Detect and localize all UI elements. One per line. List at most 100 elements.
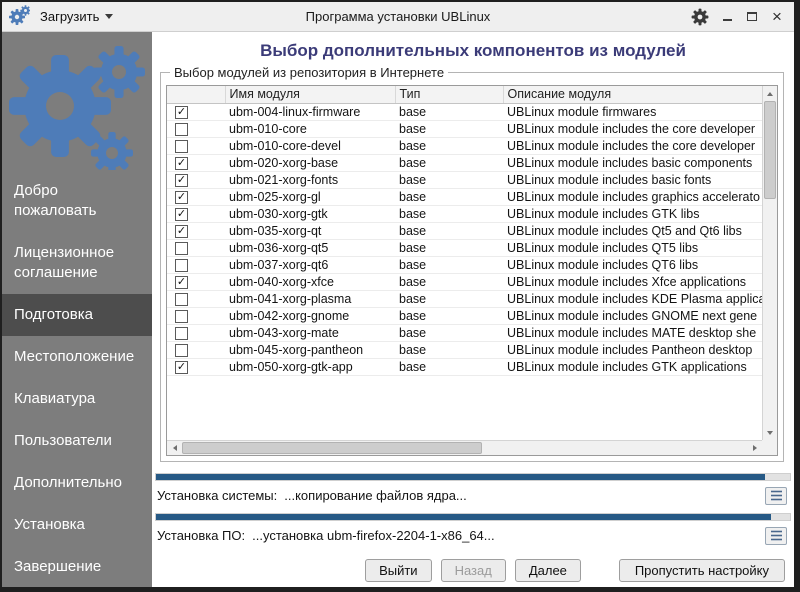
- page-title: Выбор дополнительных компонентов из моду…: [152, 41, 794, 61]
- scroll-right-button[interactable]: [747, 441, 762, 455]
- module-checkbox[interactable]: [175, 310, 188, 323]
- sidebar-item[interactable]: Дополнительно: [2, 462, 152, 504]
- sidebar: Добро пожаловатьЛицензионное соглашениеП…: [2, 32, 152, 587]
- vertical-scrollbar-thumb[interactable]: [764, 101, 776, 199]
- header-module-type: Тип: [395, 86, 503, 103]
- module-row[interactable]: ✓ubm-004-linux-firmwarebaseUBLinux modul…: [167, 103, 762, 120]
- module-row[interactable]: ✓ubm-035-xorg-qtbaseUBLinux module inclu…: [167, 222, 762, 239]
- module-checkbox[interactable]: ✓: [175, 174, 188, 187]
- module-checkbox[interactable]: ✓: [175, 208, 188, 221]
- module-row[interactable]: ✓ubm-021-xorg-fontsbaseUBLinux module in…: [167, 171, 762, 188]
- module-checkbox[interactable]: [175, 140, 188, 153]
- module-checkbox[interactable]: ✓: [175, 361, 188, 374]
- scroll-left-button[interactable]: [167, 441, 182, 455]
- module-checkbox[interactable]: [175, 327, 188, 340]
- exit-button[interactable]: Выйти: [365, 559, 432, 582]
- module-name: ubm-043-xorg-mate: [225, 324, 395, 341]
- module-description: UBLinux module includes QT6 libs: [503, 256, 762, 273]
- button-row: Выйти Назад Далее Пропустить настройку: [152, 559, 794, 587]
- scroll-down-button[interactable]: [763, 425, 777, 440]
- arrow-up-icon: [767, 92, 773, 96]
- scrollbar-corner: [762, 440, 777, 455]
- sidebar-item-active[interactable]: Подготовка: [2, 294, 152, 336]
- system-progress-label: Установка системы:: [157, 488, 277, 503]
- module-row[interactable]: ubm-010-corebaseUBLinux module includes …: [167, 120, 762, 137]
- module-name: ubm-037-xorg-qt6: [225, 256, 395, 273]
- load-button-label: Загрузить: [40, 9, 99, 24]
- groupbox-label: Выбор модулей из репозитория в Интернете: [170, 65, 448, 80]
- sidebar-item[interactable]: Лицензионное соглашение: [2, 232, 152, 294]
- modules-groupbox: Выбор модулей из репозитория в Интернете…: [160, 72, 784, 462]
- log-lines-icon: [770, 490, 783, 501]
- module-checkbox[interactable]: ✓: [175, 191, 188, 204]
- module-checkbox[interactable]: [175, 259, 188, 272]
- module-row[interactable]: ubm-042-xorg-gnomebaseUBLinux module inc…: [167, 307, 762, 324]
- module-description: UBLinux module includes QT5 libs: [503, 239, 762, 256]
- module-row[interactable]: ubm-043-xorg-matebaseUBLinux module incl…: [167, 324, 762, 341]
- module-name: ubm-025-xorg-gl: [225, 188, 395, 205]
- software-log-button[interactable]: [765, 527, 787, 545]
- module-description: UBLinux module includes Xfce application…: [503, 273, 762, 290]
- module-row[interactable]: ubm-037-xorg-qt6baseUBLinux module inclu…: [167, 256, 762, 273]
- module-row[interactable]: ubm-045-xorg-pantheonbaseUBLinux module …: [167, 341, 762, 358]
- titlebar: Загрузить Программа установки UBLinux ×: [2, 2, 794, 32]
- module-checkbox[interactable]: [175, 344, 188, 357]
- module-row[interactable]: ✓ ubm-030-xorg-gtkbaseUBLinux module incl…: [167, 205, 762, 222]
- module-name: ubm-036-xorg-qt5: [225, 239, 395, 256]
- module-type: base: [395, 324, 503, 341]
- system-log-button[interactable]: [765, 487, 787, 505]
- module-checkbox[interactable]: ✓: [175, 157, 188, 170]
- sidebar-item[interactable]: Добро пожаловать: [2, 170, 152, 232]
- sidebar-item[interactable]: Клавиатура: [2, 378, 152, 420]
- log-lines-icon: [770, 530, 783, 541]
- minimize-button[interactable]: [720, 9, 734, 25]
- settings-gear-icon[interactable]: [691, 8, 709, 26]
- module-checkbox[interactable]: ✓: [175, 276, 188, 289]
- module-checkbox[interactable]: [175, 293, 188, 306]
- module-row[interactable]: ubm-036-xorg-qt5baseUBLinux module inclu…: [167, 239, 762, 256]
- main-panel: Выбор дополнительных компонентов из моду…: [152, 32, 794, 587]
- scroll-up-button[interactable]: [763, 86, 777, 101]
- module-type: base: [395, 154, 503, 171]
- module-type: base: [395, 290, 503, 307]
- skip-setup-button[interactable]: Пропустить настройку: [619, 559, 785, 582]
- software-progress-fill: [156, 514, 771, 520]
- horizontal-scrollbar[interactable]: [167, 440, 762, 455]
- module-description: UBLinux module includes GTK libs: [503, 205, 762, 222]
- maximize-button[interactable]: [745, 9, 759, 25]
- software-progress-status: ...установка ubm-firefox-2204-1-x86_64..…: [252, 528, 495, 543]
- header-module-name: Имя модуля: [225, 86, 395, 103]
- module-checkbox[interactable]: [175, 242, 188, 255]
- module-description: UBLinux module includes GTK applications: [503, 358, 762, 375]
- module-row[interactable]: ✓ubm-020-xorg-basebaseUBLinux module inc…: [167, 154, 762, 171]
- dropdown-arrow-icon: [105, 14, 113, 19]
- module-table-body: ✓ubm-004-linux-firmwarebaseUBLinux modul…: [167, 103, 762, 375]
- module-row[interactable]: ✓ubm-040-xorg-xfcebaseUBLinux module inc…: [167, 273, 762, 290]
- module-checkbox[interactable]: ✓: [175, 106, 188, 119]
- horizontal-scrollbar-thumb[interactable]: [182, 442, 482, 454]
- module-checkbox[interactable]: ✓: [175, 225, 188, 238]
- back-button[interactable]: Назад: [441, 559, 506, 582]
- module-row[interactable]: ubm-041-xorg-plasmabaseUBLinux module in…: [167, 290, 762, 307]
- module-type: base: [395, 256, 503, 273]
- minimize-icon: [723, 19, 732, 21]
- sidebar-item[interactable]: Местоположение: [2, 336, 152, 378]
- sidebar-item[interactable]: Пользователи: [2, 420, 152, 462]
- table-header-row: Имя модуля Тип Описание модуля: [167, 86, 762, 103]
- module-row[interactable]: ✓ubm-050-xorg-gtk-appbaseUBLinux module …: [167, 358, 762, 375]
- next-button[interactable]: Далее: [515, 559, 581, 582]
- system-progressbar: [155, 473, 791, 481]
- module-name: ubm-030-xorg-gtk: [225, 205, 395, 222]
- module-checkbox[interactable]: [175, 123, 188, 136]
- module-description: UBLinux module includes basic components: [503, 154, 762, 171]
- module-type: base: [395, 205, 503, 222]
- vertical-scrollbar[interactable]: [762, 86, 777, 440]
- module-row[interactable]: ubm-010-core-develbaseUBLinux module inc…: [167, 137, 762, 154]
- close-button[interactable]: ×: [770, 9, 784, 25]
- sidebar-item[interactable]: Установка: [2, 504, 152, 546]
- load-button[interactable]: Загрузить: [34, 6, 119, 27]
- module-row[interactable]: ✓ubm-025-xorg-glbaseUBLinux module inclu…: [167, 188, 762, 205]
- sidebar-item[interactable]: Завершение: [2, 546, 152, 587]
- system-progress-status: ...копирование файлов ядра...: [284, 488, 467, 503]
- module-name: ubm-035-xorg-qt: [225, 222, 395, 239]
